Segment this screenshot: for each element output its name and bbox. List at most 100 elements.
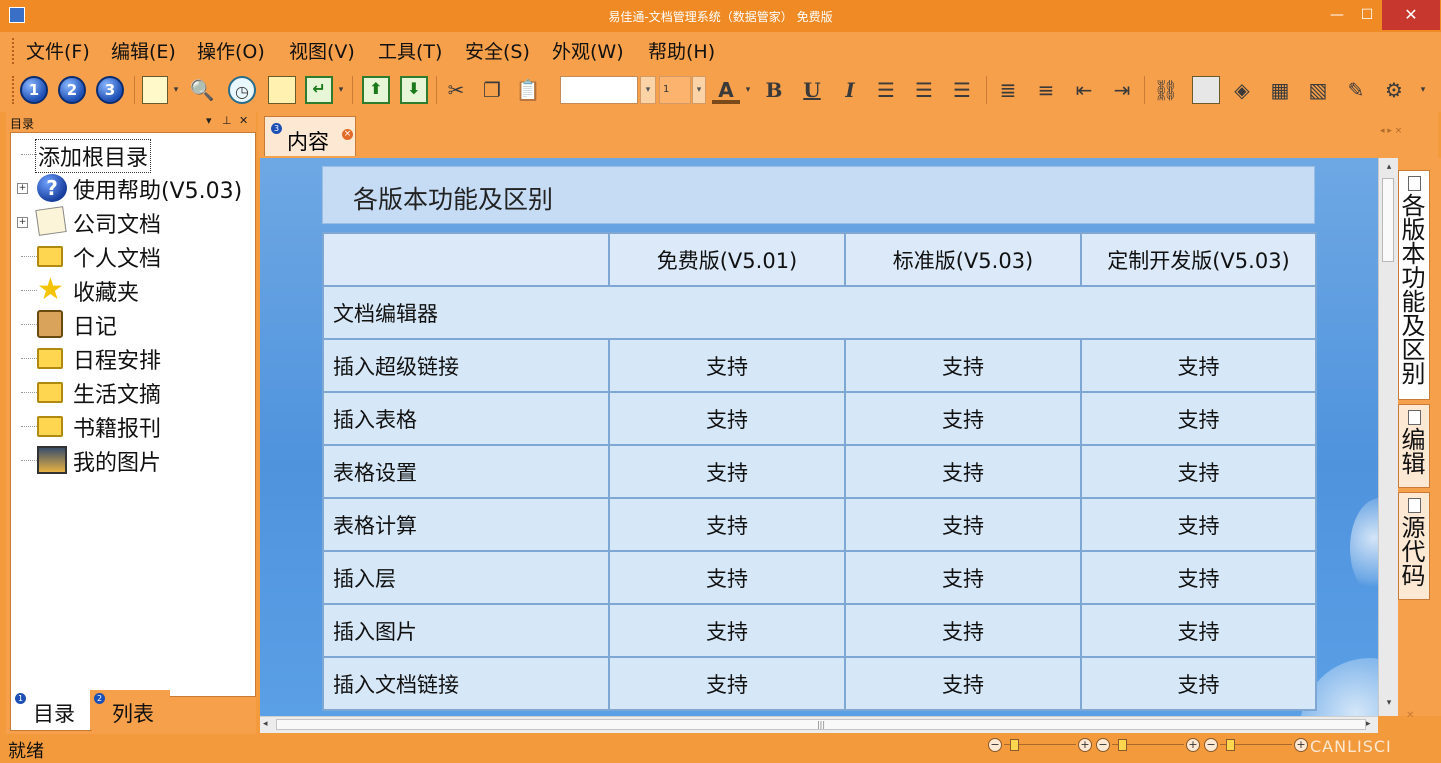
scroll-up-icon[interactable]: ▴ [1379, 162, 1399, 172]
tree-item-add-root[interactable]: 添加根目录 [17, 137, 253, 173]
directory-tree[interactable]: 添加根目录 + ? 使用帮助(V5.03) + 公司文档 个人文档 ★ 收藏夹 … [10, 132, 256, 697]
pin-icon[interactable]: ⊥ [222, 114, 232, 127]
zoom-knob[interactable] [1010, 739, 1019, 751]
menu-help[interactable]: 帮助(H) [648, 37, 715, 64]
font-color-icon[interactable]: A [712, 76, 740, 104]
level-1-button[interactable]: 1 [20, 76, 48, 104]
menubar-grip[interactable] [12, 38, 18, 64]
horizontal-scrollbar[interactable]: ◂ ||| ▸ [260, 716, 1378, 733]
level-2-button[interactable]: 2 [58, 76, 86, 104]
tree-item-company-docs[interactable]: + 公司文档 [17, 205, 253, 239]
zoom-knob[interactable] [1118, 739, 1127, 751]
move-up-icon[interactable]: ⬆ [362, 76, 390, 104]
tab-scroll-arrows-icon[interactable]: ◂ ▸ × [1380, 126, 1402, 136]
horizontal-scroll-thumb[interactable]: ||| [276, 719, 1366, 730]
font-size-select[interactable]: 1 [659, 76, 691, 104]
layer-icon[interactable]: ◈ [1228, 76, 1256, 104]
zoom-slider[interactable]: − + [1096, 738, 1202, 752]
tab-source[interactable]: 源代码 [1397, 492, 1430, 600]
feature-cell: 插入文档链接 [322, 656, 610, 711]
edit-table-icon[interactable]: ✎ [1342, 76, 1370, 104]
indent-icon[interactable]: ⇥ [1108, 76, 1136, 104]
dropdown-arrow-icon[interactable]: ▾ [742, 76, 754, 104]
tree-item-books[interactable]: 书籍报刊 [17, 409, 253, 443]
toolbar-grip[interactable] [12, 76, 18, 104]
align-left-icon[interactable]: ☰ [872, 76, 900, 104]
bold-button[interactable]: B [760, 76, 788, 104]
dropdown-arrow-icon[interactable]: ▾ [335, 76, 347, 104]
vertical-scroll-thumb[interactable] [1382, 178, 1394, 262]
outdent-icon[interactable]: ⇤ [1070, 76, 1098, 104]
menu-file[interactable]: 文件(F) [26, 37, 90, 64]
menu-view[interactable]: 视图(V) [289, 37, 355, 64]
scroll-right-icon[interactable]: ▸ [1366, 719, 1371, 729]
scroll-down-icon[interactable]: ▾ [1379, 698, 1399, 708]
clock-icon[interactable]: ◷ [228, 76, 256, 104]
new-document-icon[interactable] [142, 76, 168, 104]
zoom-out-icon[interactable]: − [1204, 738, 1218, 752]
tree-item-personal-docs[interactable]: 个人文档 [17, 239, 253, 273]
scroll-left-icon[interactable]: ◂ [263, 719, 268, 729]
menu-security[interactable]: 安全(S) [465, 37, 530, 64]
zoom-in-icon[interactable]: + [1294, 738, 1308, 752]
tab-label: 编辑 [1397, 427, 1425, 475]
notes-icon[interactable] [268, 76, 296, 104]
align-right-icon[interactable]: ☰ [948, 76, 976, 104]
toolbar: 1 2 3 ▾ 🔍 ◷ ↵ ▾ ⬆ ⬇ ✂ ❐ 📋 ▾ 1 ▾ A ▾ B U … [0, 68, 1441, 112]
tree-item-diary[interactable]: 日记 [17, 307, 253, 341]
paste-icon[interactable]: 📋 [514, 76, 542, 104]
tab-edit[interactable]: 编辑 [1397, 404, 1430, 488]
underline-button[interactable]: U [798, 76, 826, 104]
zoom-in-icon[interactable]: + [1078, 738, 1092, 752]
tree-item-schedule[interactable]: 日程安排 [17, 341, 253, 375]
tab-list[interactable]: 2 列表 [90, 690, 170, 730]
italic-button[interactable]: I [836, 76, 864, 104]
table-icon[interactable]: ▦ [1266, 76, 1294, 104]
tree-item-my-pictures[interactable]: 我的图片 [17, 443, 253, 477]
font-name-dropdown-icon[interactable]: ▾ [640, 76, 656, 104]
document-view[interactable]: 各版本功能及区别 免费版(V5.01) 标准版(V5.03) 定制开发版(V5.… [260, 158, 1378, 716]
tab-content[interactable]: 3 内容 × [264, 116, 356, 156]
zoom-slider[interactable]: − + [1204, 738, 1310, 752]
settings-icon[interactable]: ⚙ [1380, 76, 1408, 104]
cut-icon[interactable]: ✂ [442, 76, 470, 104]
bullet-list-icon[interactable]: ≡ [1032, 76, 1060, 104]
image-icon[interactable]: ▧ [1304, 76, 1332, 104]
zoom-out-icon[interactable]: − [988, 738, 1002, 752]
menu-tools[interactable]: 工具(T) [378, 37, 442, 64]
tree-item-life-digest[interactable]: 生活文摘 [17, 375, 253, 409]
font-name-select[interactable] [560, 76, 638, 104]
dropdown-arrow-icon[interactable]: ▾ [170, 76, 182, 104]
close-view-icon[interactable]: ✕ [1406, 710, 1414, 721]
zoom-in-icon[interactable]: + [1186, 738, 1200, 752]
toolbar-overflow-icon[interactable]: ▾ [1416, 76, 1430, 104]
expand-icon[interactable]: + [17, 183, 28, 194]
return-icon[interactable]: ↵ [305, 76, 333, 104]
numbered-list-icon[interactable]: ≣ [994, 76, 1022, 104]
tree-item-favorites[interactable]: ★ 收藏夹 [17, 273, 253, 307]
document-link-icon[interactable] [1192, 76, 1220, 104]
zoom-add-icon[interactable]: 🔍 [188, 76, 216, 104]
menu-appearance[interactable]: 外观(W) [552, 37, 624, 64]
link-icon[interactable]: ⛓ [1152, 76, 1180, 104]
align-center-icon[interactable]: ☰ [910, 76, 938, 104]
zoom-out-icon[interactable]: − [1096, 738, 1110, 752]
copy-icon[interactable]: ❐ [478, 76, 506, 104]
close-button[interactable]: ✕ [1382, 0, 1440, 30]
tree-item-help[interactable]: + ? 使用帮助(V5.03) [17, 171, 253, 205]
panel-close-icon[interactable]: ✕ [239, 114, 248, 127]
move-down-icon[interactable]: ⬇ [400, 76, 428, 104]
menu-edit[interactable]: 编辑(E) [111, 37, 176, 64]
level-3-button[interactable]: 3 [96, 76, 124, 104]
tab-preview[interactable]: 各版本功能及区别 [1397, 170, 1430, 400]
tab-directory[interactable]: 1 目录 [10, 690, 92, 731]
menu-operate[interactable]: 操作(O) [197, 37, 265, 64]
minimize-button[interactable]: — [1322, 0, 1352, 30]
close-tab-icon[interactable]: × [342, 129, 353, 140]
maximize-button[interactable]: ☐ [1352, 0, 1382, 30]
zoom-knob[interactable] [1226, 739, 1235, 751]
font-size-dropdown-icon[interactable]: ▾ [692, 76, 706, 104]
expand-icon[interactable]: + [17, 217, 28, 228]
zoom-slider[interactable]: − + [988, 738, 1094, 752]
panel-menu-icon[interactable]: ▾ [206, 114, 212, 127]
